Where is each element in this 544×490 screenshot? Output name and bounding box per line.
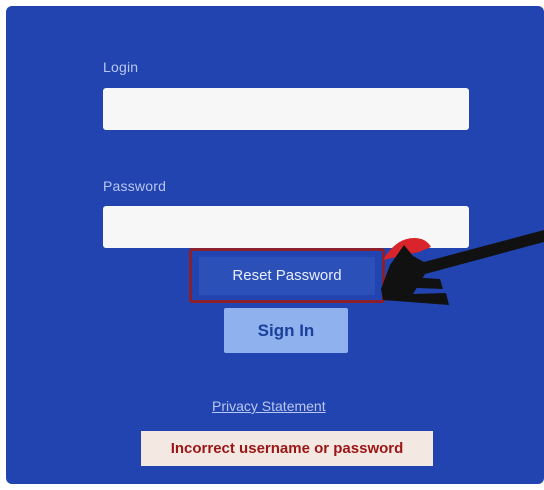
reset-password-highlight: Reset Password xyxy=(189,248,385,303)
login-label: Login xyxy=(103,59,139,75)
privacy-statement-link[interactable]: Privacy Statement xyxy=(212,398,326,414)
login-input[interactable] xyxy=(103,88,469,130)
reset-password-button[interactable]: Reset Password xyxy=(199,256,375,295)
password-input[interactable] xyxy=(103,206,469,248)
login-panel: Login Password Reset Password Sign In Pr… xyxy=(6,6,544,484)
password-label: Password xyxy=(103,178,167,194)
sign-in-button[interactable]: Sign In xyxy=(224,308,348,353)
error-message: Incorrect username or password xyxy=(141,431,433,466)
